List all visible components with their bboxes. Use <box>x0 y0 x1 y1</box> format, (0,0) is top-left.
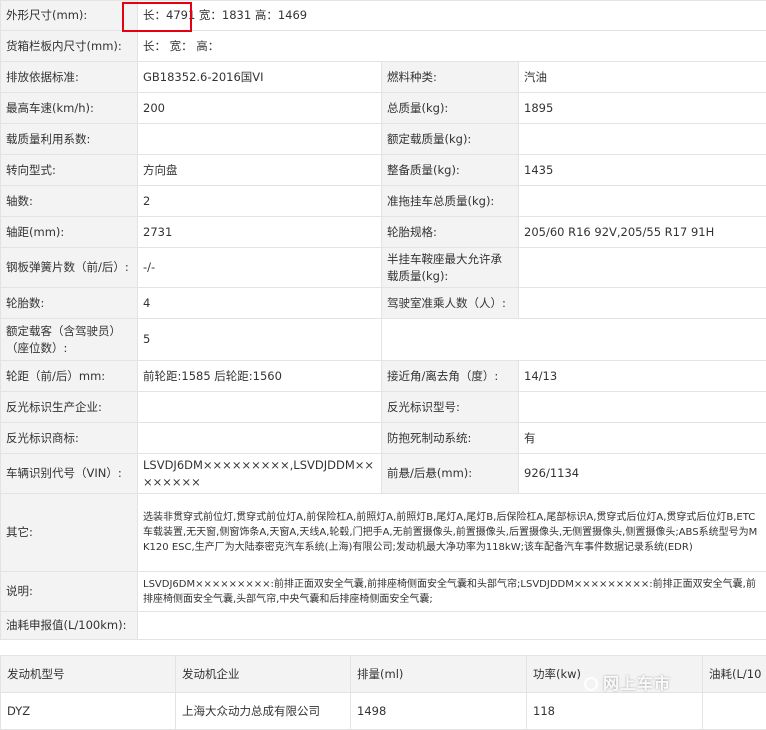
spec-value: 1895 <box>519 93 766 124</box>
spec-value: 1435 <box>519 155 766 186</box>
spec-value: 205/60 R16 92V,205/55 R17 91H <box>519 217 766 248</box>
spec-row-other: 其它: 选装非贯穿式前位灯,贯穿式前位灯A,前保险杠A,前照灯A,前照灯B,尾灯… <box>1 494 766 572</box>
spec-key: 总质量(kg): <box>382 93 519 124</box>
spec-value: 有 <box>519 423 766 454</box>
spec-key: 反光标识生产企业: <box>1 392 138 423</box>
spec-key: 货箱栏板内尺寸(mm): <box>1 31 138 62</box>
spec-key: 外形尺寸(mm): <box>1 1 138 31</box>
spec-value <box>138 124 382 155</box>
spec-key: 轮距（前/后）mm: <box>1 361 138 392</box>
spec-key: 转向型式: <box>1 155 138 186</box>
spec-value: LSVDJ6DM×××××××××:前排正面双安全气囊,前排座椅侧面安全气囊和头… <box>138 572 766 612</box>
spec-key: 轮胎数: <box>1 288 138 319</box>
spec-value: GB18352.6-2016国VI <box>138 62 382 93</box>
spec-row: 轴数: 2 准拖挂车总质量(kg): <box>1 186 766 217</box>
spec-value <box>138 612 766 640</box>
spec-key: 反光标识商标: <box>1 423 138 454</box>
spec-row: 反光标识商标: 防抱死制动系统: 有 <box>1 423 766 454</box>
spec-row: 额定载客（含驾驶员）（座位数）: 5 <box>1 319 766 361</box>
spec-value: -/- <box>138 248 382 288</box>
spec-value: 14/13 <box>519 361 766 392</box>
spec-key: 准拖挂车总质量(kg): <box>382 186 519 217</box>
spec-value: 926/1134 <box>519 454 766 494</box>
spec-value: 方向盘 <box>138 155 382 186</box>
spec-row: 轮距（前/后）mm: 前轮距:1585 后轮距:1560 接近角/离去角（度）:… <box>1 361 766 392</box>
engine-header-cell: 油耗(L/10 <box>703 656 766 693</box>
empty-cell <box>382 319 766 361</box>
engine-header-cell: 排量(ml) <box>351 656 527 693</box>
spec-key: 接近角/离去角（度）: <box>382 361 519 392</box>
spec-value: 选装非贯穿式前位灯,贯穿式前位灯A,前保险杠A,前照灯A,前照灯B,尾灯A,尾灯… <box>138 494 766 572</box>
spec-row: 最高车速(km/h): 200 总质量(kg): 1895 <box>1 93 766 124</box>
engine-header-cell: 发动机型号 <box>1 656 176 693</box>
spec-key: 其它: <box>1 494 138 572</box>
spec-value: 5 <box>138 319 382 361</box>
spec-value <box>519 248 766 288</box>
spec-value: 长：4791 宽：1831 高：1469 <box>138 1 766 31</box>
spec-value: 4 <box>138 288 382 319</box>
engine-header-cell: 发动机企业 <box>176 656 351 693</box>
spec-value <box>519 124 766 155</box>
watermark-text: 网上车市 <box>603 674 671 693</box>
spec-value: 2 <box>138 186 382 217</box>
spec-value <box>138 392 382 423</box>
spec-row-fuel: 油耗申报值(L/100km): <box>1 612 766 640</box>
spec-key: 钢板弹簧片数（前/后）: <box>1 248 138 288</box>
engine-cell: 1498 <box>351 693 527 730</box>
spec-key: 说明: <box>1 572 138 612</box>
spec-key: 额定载质量(kg): <box>382 124 519 155</box>
spec-value <box>519 288 766 319</box>
spec-row: 反光标识生产企业: 反光标识型号: <box>1 392 766 423</box>
spec-key: 整备质量(kg): <box>382 155 519 186</box>
spec-value: 前轮距:1585 后轮距:1560 <box>138 361 382 392</box>
spec-key: 驾驶室准乘人数（人）: <box>382 288 519 319</box>
spec-key: 油耗申报值(L/100km): <box>1 612 138 640</box>
spec-row: 车辆识别代号（VIN）: LSVDJ6DM×××××××××,LSVDJDDM×… <box>1 454 766 494</box>
spec-key: 轴距(mm): <box>1 217 138 248</box>
spec-row: 排放依据标准: GB18352.6-2016国VI 燃料种类: 汽油 <box>1 62 766 93</box>
spec-value: 长： 宽： 高： <box>138 31 766 62</box>
spec-row: 转向型式: 方向盘 整备质量(kg): 1435 <box>1 155 766 186</box>
spec-value: 2731 <box>138 217 382 248</box>
spec-key: 防抱死制动系统: <box>382 423 519 454</box>
engine-cell <box>703 693 766 730</box>
engine-cell: 118 <box>527 693 703 730</box>
engine-cell: DYZ <box>1 693 176 730</box>
spec-value <box>519 186 766 217</box>
spec-row: 轴距(mm): 2731 轮胎规格: 205/60 R16 92V,205/55… <box>1 217 766 248</box>
spec-table: 外形尺寸(mm): 长：4791 宽：1831 高：1469 货箱栏板内尺寸(m… <box>0 0 766 640</box>
spec-value: 汽油 <box>519 62 766 93</box>
spec-key: 前悬/后悬(mm): <box>382 454 519 494</box>
highlight-box <box>122 2 192 32</box>
spec-row: 钢板弹簧片数（前/后）: -/- 半挂车鞍座最大允许承载质量(kg): <box>1 248 766 288</box>
spec-key: 反光标识型号: <box>382 392 519 423</box>
spec-row: 载质量利用系数: 额定载质量(kg): <box>1 124 766 155</box>
spec-key: 排放依据标准: <box>1 62 138 93</box>
engine-data-row: DYZ 上海大众动力总成有限公司 1498 118 <box>1 693 766 730</box>
spec-row-notes: 说明: LSVDJ6DM×××××××××:前排正面双安全气囊,前排座椅侧面安全… <box>1 572 766 612</box>
spec-key: 载质量利用系数: <box>1 124 138 155</box>
spec-key: 最高车速(km/h): <box>1 93 138 124</box>
engine-cell: 上海大众动力总成有限公司 <box>176 693 351 730</box>
spec-key: 半挂车鞍座最大允许承载质量(kg): <box>382 248 519 288</box>
spec-value <box>138 423 382 454</box>
watermark-logo-icon <box>584 677 598 691</box>
spec-key: 轴数: <box>1 186 138 217</box>
spec-row-cargo-box: 货箱栏板内尺寸(mm): 长： 宽： 高： <box>1 31 766 62</box>
spec-key: 轮胎规格: <box>382 217 519 248</box>
watermark: 网上车市 <box>584 670 671 694</box>
spec-key: 燃料种类: <box>382 62 519 93</box>
spec-value: LSVDJ6DM×××××××××,LSVDJDDM×××××××× <box>138 454 382 494</box>
spec-row: 轮胎数: 4 驾驶室准乘人数（人）: <box>1 288 766 319</box>
spec-key: 车辆识别代号（VIN）: <box>1 454 138 494</box>
spec-row-dimensions: 外形尺寸(mm): 长：4791 宽：1831 高：1469 <box>1 1 766 31</box>
spec-key: 额定载客（含驾驶员）（座位数）: <box>1 319 138 361</box>
spec-value <box>519 392 766 423</box>
spec-value: 200 <box>138 93 382 124</box>
